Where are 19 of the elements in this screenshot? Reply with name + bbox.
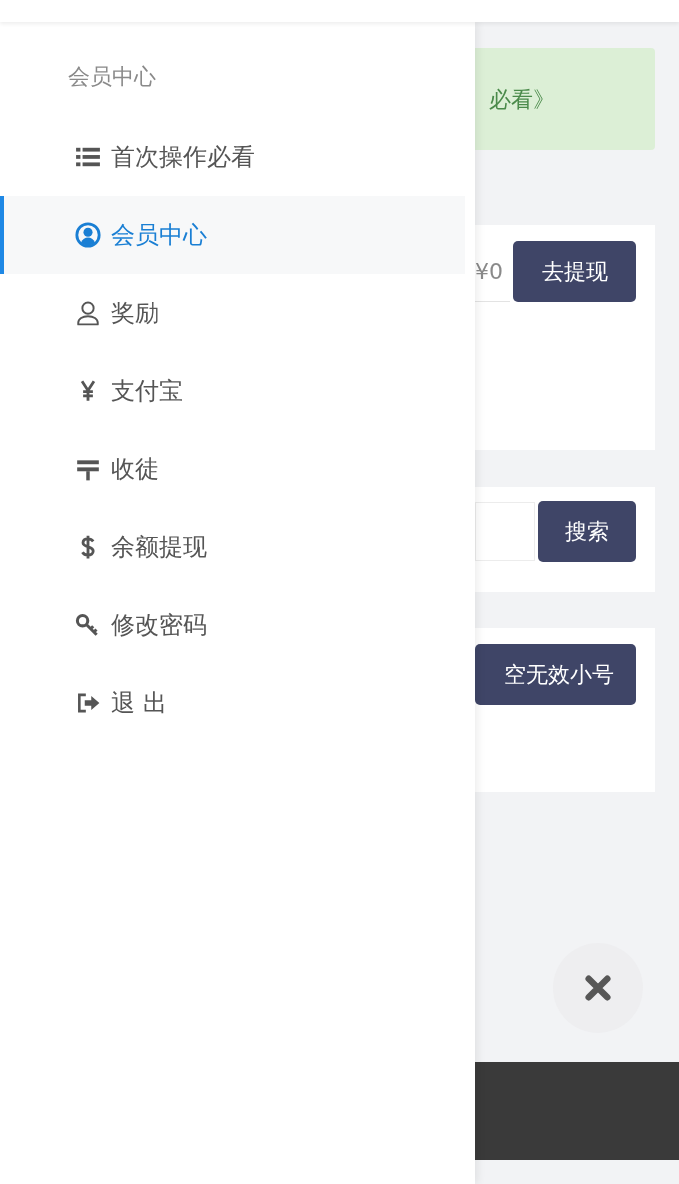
close-icon [584, 974, 612, 1002]
menu-item[interactable]: 首次操作必看 [0, 118, 465, 196]
menu-item[interactable]: 收徒 [0, 430, 465, 508]
user-icon [75, 300, 101, 326]
user-circle-icon [75, 222, 101, 248]
menu-item[interactable]: 奖励 [0, 274, 465, 352]
notice-banner: 必看》 [475, 48, 655, 150]
clear-button[interactable]: 空无效小号 [475, 644, 636, 705]
menu-item[interactable]: 会员中心 [0, 196, 465, 274]
menu-item[interactable]: 支付宝 [0, 352, 465, 430]
search-button[interactable]: 搜索 [538, 501, 636, 562]
sidebar-title: 会员中心 [67, 63, 157, 91]
balance-amount: ¥0 [475, 241, 510, 302]
menu-item[interactable]: 修改密码 [0, 586, 465, 664]
menu-item[interactable]: 余额提现 [0, 508, 465, 586]
key-icon [75, 612, 101, 638]
withdraw-button[interactable]: 去提现 [513, 241, 636, 302]
search-field[interactable] [475, 502, 535, 561]
menu-item[interactable]: 退 出 [0, 664, 465, 742]
